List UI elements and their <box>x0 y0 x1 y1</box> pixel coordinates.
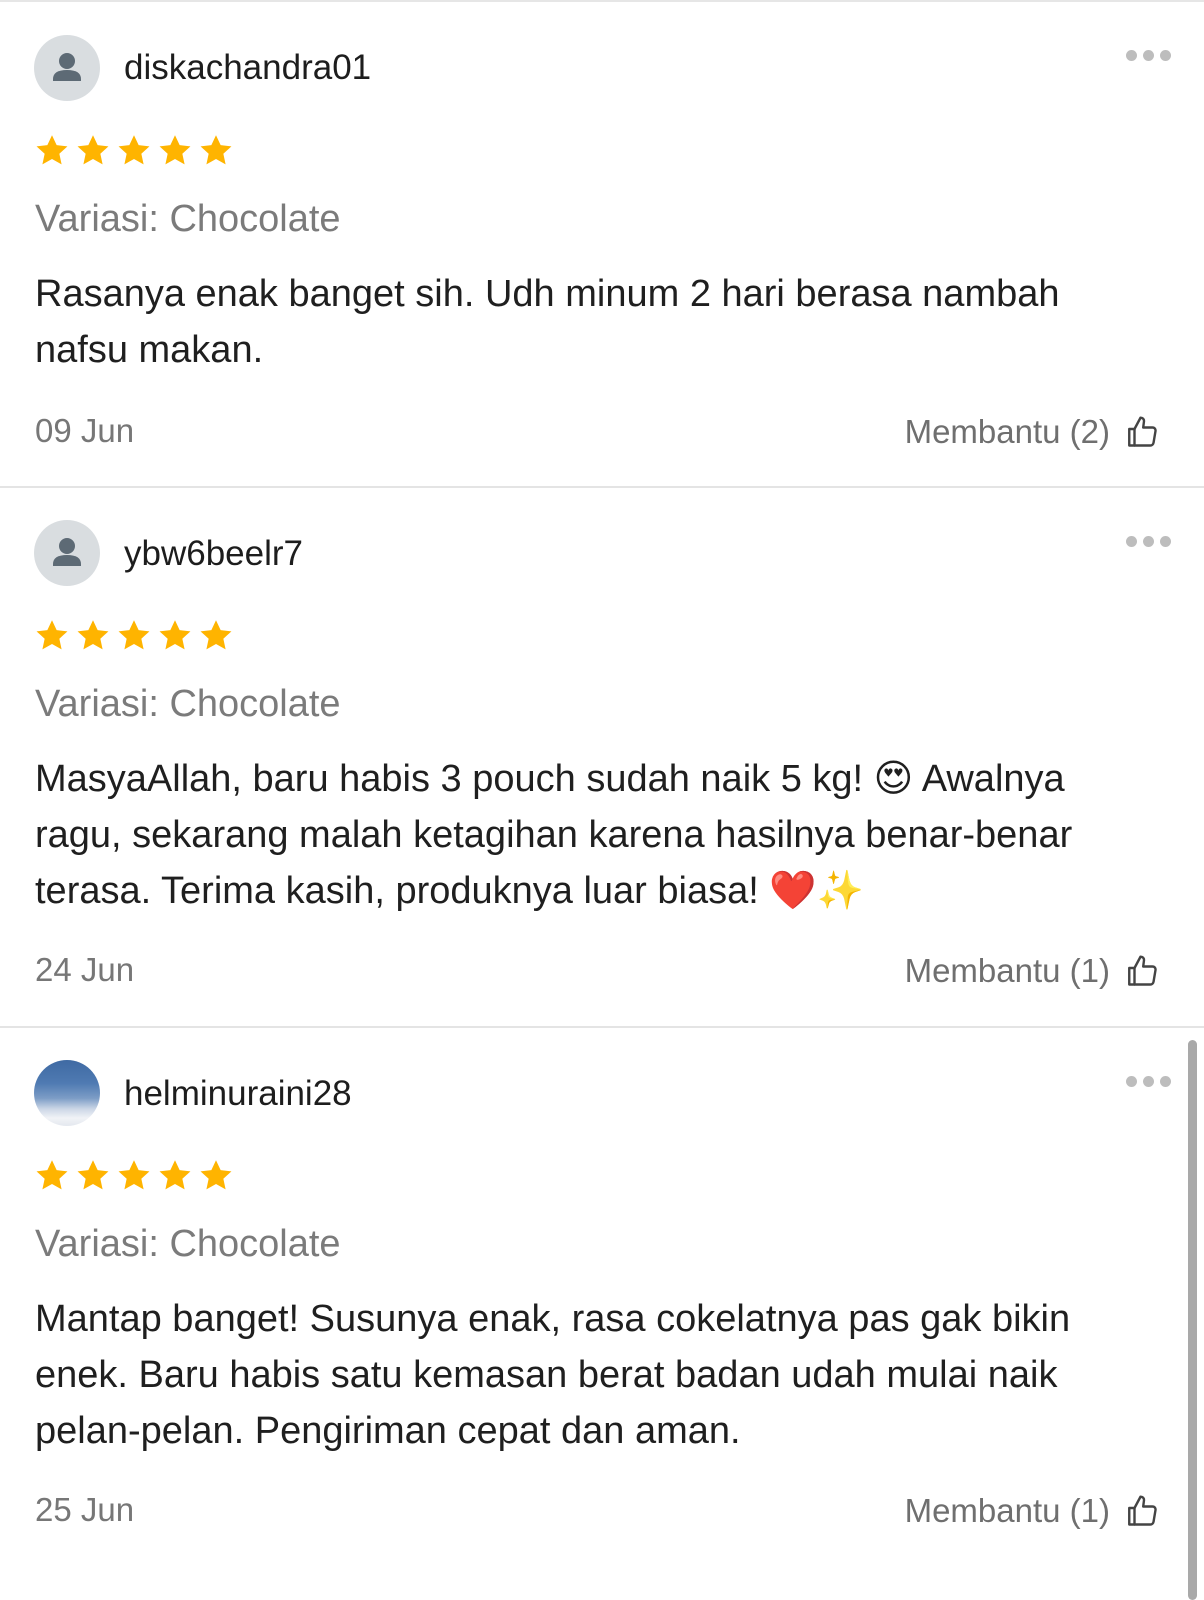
star-icon <box>77 135 109 165</box>
star-icon <box>36 1160 68 1190</box>
star-icon <box>200 135 232 165</box>
more-dots-icon[interactable] <box>1126 1076 1172 1088</box>
variant-label: Variasi: Chocolate <box>35 198 341 240</box>
thumbs-up-icon <box>1128 416 1157 447</box>
variant-label: Variasi: Chocolate <box>35 683 341 725</box>
star-icon <box>77 620 109 650</box>
review-date: 24 Jun <box>35 951 135 988</box>
variant-label: Variasi: Chocolate <box>35 1223 341 1265</box>
star-rating <box>34 618 244 658</box>
review-comment: Mantap banget! Susunya enak, rasa cokela… <box>35 1298 1071 1452</box>
username[interactable]: diskachandra01 <box>124 48 371 88</box>
star-icon <box>36 135 68 165</box>
star-icon <box>77 1160 109 1190</box>
review-date: 09 Jun <box>35 412 135 449</box>
user-icon <box>53 538 81 566</box>
star-icon <box>118 1160 150 1190</box>
review-date: 25 Jun <box>35 1491 135 1528</box>
star-rating <box>34 133 244 173</box>
helpful-label: Membantu (2) <box>904 413 1110 450</box>
star-icon <box>159 135 191 165</box>
review-item: helminuraini28 Variasi: Chocolate Mantap… <box>0 1028 1204 1600</box>
helpful-label: Membantu (1) <box>904 952 1110 989</box>
star-icon <box>118 135 150 165</box>
thumbs-up-icon <box>1128 955 1157 986</box>
more-dots-icon[interactable] <box>1126 536 1172 548</box>
avatar[interactable] <box>34 1060 100 1126</box>
star-rating <box>34 1158 244 1198</box>
star-icon <box>159 620 191 650</box>
star-icon <box>159 1160 191 1190</box>
review-item: ybw6beelr7 Variasi: Chocolate MasyaAllah… <box>0 488 1204 1028</box>
helpful-button[interactable]: Membantu (1) <box>905 949 1160 993</box>
review-comment: Rasanya enak banget sih. Udh minum 2 har… <box>35 273 1060 371</box>
star-icon <box>118 620 150 650</box>
thumbs-up-icon <box>1128 1495 1157 1526</box>
helpful-label: Membantu (1) <box>904 1492 1110 1529</box>
avatar[interactable] <box>34 520 100 586</box>
username[interactable]: ybw6beelr7 <box>124 534 303 574</box>
scrollbar[interactable] <box>1188 1040 1197 1600</box>
helpful-button[interactable]: Membantu (1) <box>905 1489 1160 1533</box>
star-icon <box>200 1160 232 1190</box>
review-comment: MasyaAllah, baru habis 3 pouch sudah nai… <box>35 758 1073 912</box>
user-icon <box>53 53 81 81</box>
star-icon <box>200 620 232 650</box>
username[interactable]: helminuraini28 <box>124 1074 352 1114</box>
star-icon <box>36 620 68 650</box>
review-item: diskachandra01 Variasi: Chocolate Rasany… <box>0 0 1204 490</box>
helpful-button[interactable]: Membantu (2) <box>905 410 1160 454</box>
more-dots-icon[interactable] <box>1126 50 1172 62</box>
avatar[interactable] <box>34 35 100 101</box>
